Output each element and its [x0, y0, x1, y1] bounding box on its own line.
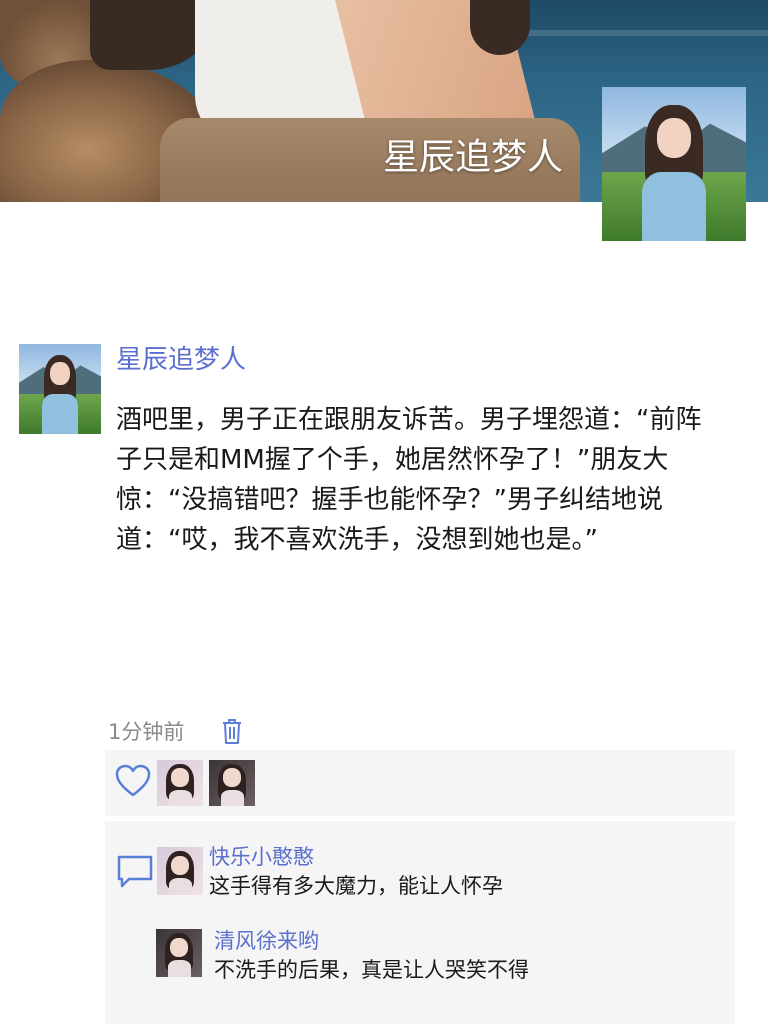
liker-avatar[interactable] — [157, 760, 203, 806]
post-timestamp: 1分钟前 — [108, 720, 185, 744]
comments-panel: 快乐小憨憨 这手得有多大魔力，能让人怀孕 清风徐来哟 不洗手的后果，真是让人哭笑… — [105, 821, 735, 1024]
post-author-avatar[interactable] — [19, 344, 101, 434]
liker-avatar[interactable] — [209, 760, 255, 806]
comment-bubble-icon[interactable] — [115, 851, 155, 891]
trash-icon[interactable] — [220, 717, 244, 745]
comment-avatar[interactable] — [157, 847, 203, 895]
comment-author[interactable]: 快乐小憨憨 — [209, 843, 314, 871]
profile-avatar[interactable] — [602, 87, 746, 241]
cover-username: 星辰追梦人 — [383, 137, 564, 178]
comment-author[interactable]: 清风徐来哟 — [214, 927, 319, 955]
post-content: 酒吧里，男子正在跟朋友诉苦。男子埋怨道：“前阵子只是和MM握了个手，她居然怀孕了… — [116, 405, 702, 555]
post-author-name[interactable]: 星辰追梦人 — [116, 341, 246, 379]
likes-panel — [105, 750, 735, 816]
comment-text: 不洗手的后果，真是让人哭笑不得 — [214, 958, 529, 982]
heart-icon[interactable] — [115, 764, 151, 798]
comment-avatar[interactable] — [156, 929, 202, 977]
comment-text: 这手得有多大魔力，能让人怀孕 — [209, 874, 503, 898]
